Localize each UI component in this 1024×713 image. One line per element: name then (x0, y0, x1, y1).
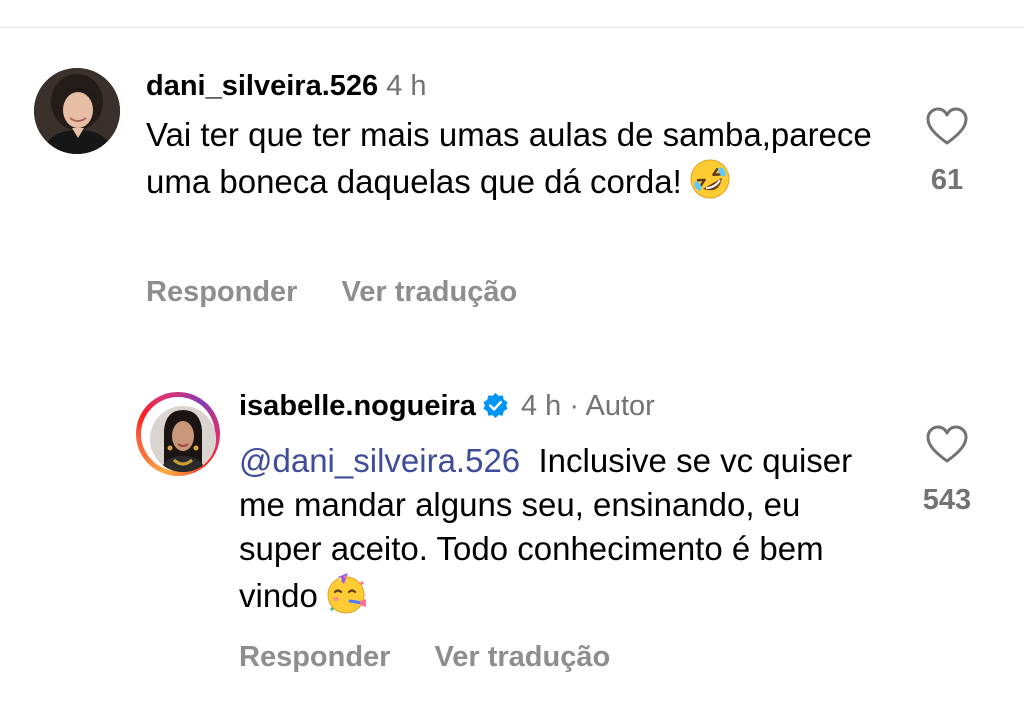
rolling-on-floor-laughing-emoji (690, 159, 730, 199)
partying-face-emoji (327, 573, 366, 614)
reply-button[interactable]: Responder (239, 641, 390, 673)
comment-body: Vai ter que ter mais umas aulas de samba… (146, 116, 872, 200)
avatar[interactable] (34, 68, 120, 154)
comment-text: Vai ter que ter mais umas aulas de samba… (146, 113, 886, 204)
username[interactable]: dani_silveira.526 (146, 70, 378, 102)
username[interactable]: isabelle.nogueira (239, 390, 476, 422)
heart-icon[interactable] (925, 106, 969, 146)
like-control: 61 (907, 106, 987, 197)
translate-button[interactable]: Ver tradução (434, 641, 610, 673)
top-divider (0, 27, 1024, 28)
comment-header: dani_silveira.526 4 h (146, 68, 427, 104)
comment-text: @dani_silveira.526 Inclusive se vc quise… (239, 439, 879, 618)
timestamp: 4 h (520, 390, 562, 422)
author-label: Autor (585, 390, 655, 422)
like-count: 543 (922, 484, 972, 516)
like-count: 61 (930, 164, 964, 196)
story-ring[interactable] (136, 392, 220, 476)
heart-icon[interactable] (925, 424, 969, 464)
avatar (150, 406, 216, 472)
verified-badge-icon (483, 392, 508, 419)
timestamp: 4 h (386, 70, 427, 102)
comment-actions: Responder Ver tradução (239, 639, 610, 675)
like-control: 543 (907, 424, 987, 517)
mention-link[interactable]: @dani_silveira.526 (239, 442, 520, 479)
separator: · (569, 390, 580, 422)
reply-button[interactable]: Responder (146, 276, 297, 308)
comment-actions: Responder Ver tradução (146, 274, 517, 310)
comment-header: isabelle.nogueira 4 h · Autor (239, 388, 655, 424)
translate-button[interactable]: Ver tradução (341, 276, 517, 308)
